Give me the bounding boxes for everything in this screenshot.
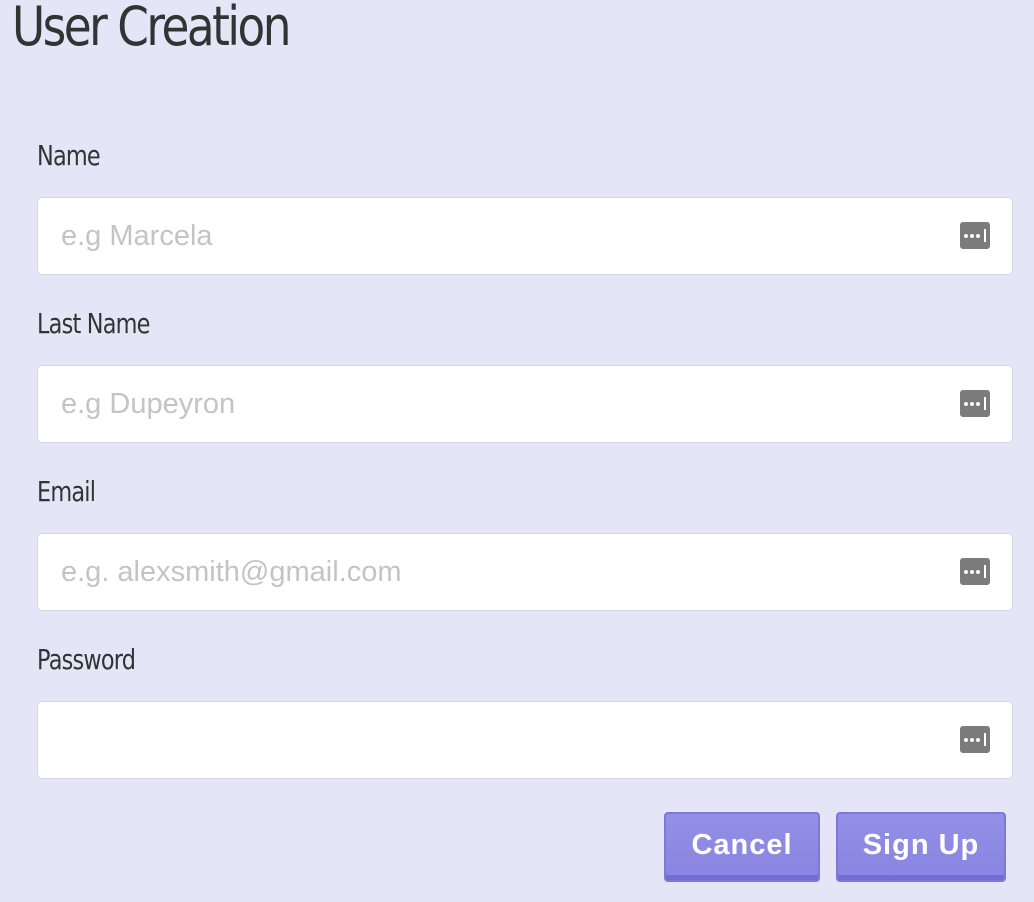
keychain-autofill-icon[interactable] xyxy=(960,558,990,585)
name-label: Name xyxy=(37,139,101,172)
keychain-autofill-icon[interactable] xyxy=(960,390,990,417)
keychain-autofill-icon[interactable] xyxy=(960,726,990,753)
last-name-field xyxy=(37,365,1013,443)
email-field xyxy=(37,533,1013,611)
name-input[interactable] xyxy=(38,198,1012,274)
password-field xyxy=(37,701,1013,779)
last-name-label: Last Name xyxy=(37,307,150,340)
password-input[interactable] xyxy=(38,702,1012,778)
cancel-button[interactable]: Cancel xyxy=(664,812,820,882)
email-input[interactable] xyxy=(38,534,1012,610)
sign-up-button[interactable]: Sign Up xyxy=(836,812,1006,882)
page-title: User Creation xyxy=(12,0,291,58)
keychain-autofill-icon[interactable] xyxy=(960,222,990,249)
email-label: Email xyxy=(37,475,96,508)
name-field xyxy=(37,197,1013,275)
last-name-input[interactable] xyxy=(38,366,1012,442)
password-label: Password xyxy=(37,643,136,676)
